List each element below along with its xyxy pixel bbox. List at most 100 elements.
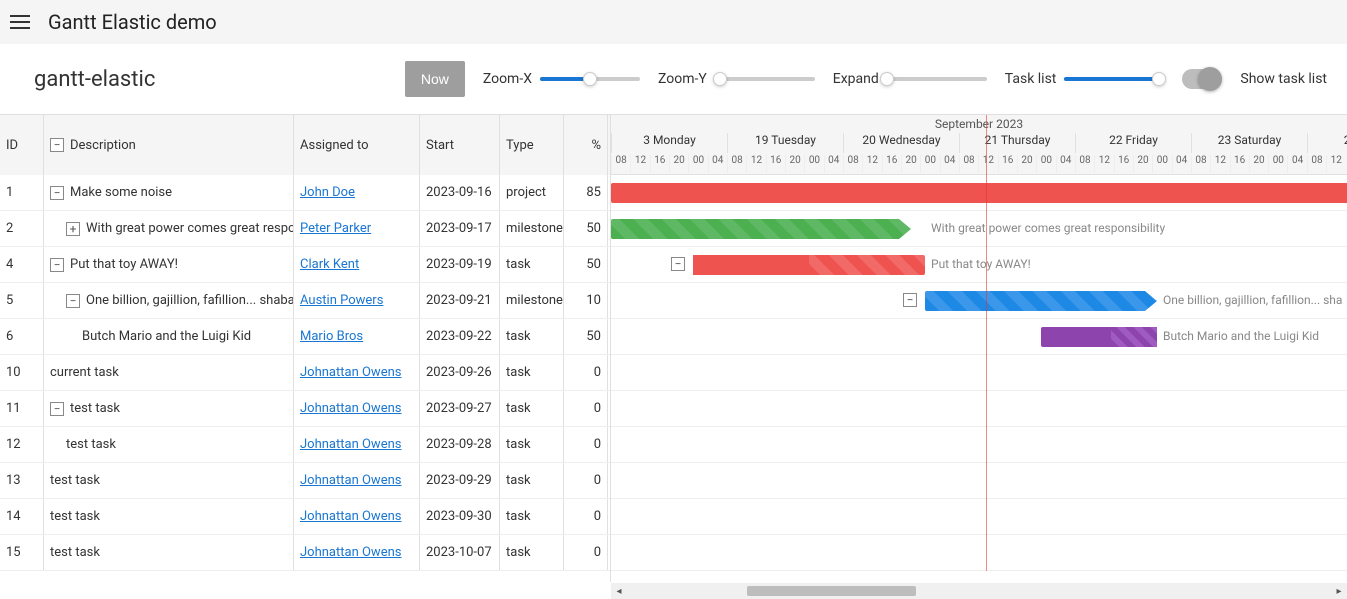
cell-pct: 50	[564, 319, 608, 354]
horizontal-scrollbar[interactable]: ◂ ▸	[611, 583, 1347, 599]
cell-start: 2023-09-30	[420, 499, 500, 534]
calendar-hour: 00	[920, 155, 939, 173]
calendar-hour: 00	[1152, 155, 1171, 173]
cell-id: 1	[0, 175, 44, 210]
app-bar: Gantt Elastic demo	[0, 0, 1347, 44]
scroll-left-icon[interactable]: ◂	[611, 583, 627, 599]
cell-pct: 0	[564, 391, 608, 426]
cell-pct: 10	[564, 283, 608, 318]
chart-row: With great power comes great responsibil…	[611, 211, 1347, 247]
expand-control: Expand	[833, 71, 987, 87]
cell-pct: 0	[564, 499, 608, 534]
cell-start: 2023-09-28	[420, 427, 500, 462]
task-description-text: Put that toy AWAY!	[70, 257, 178, 272]
cell-type: task	[500, 355, 564, 390]
cell-id: 14	[0, 499, 44, 534]
zoom-x-slider[interactable]	[540, 77, 640, 81]
assigned-link[interactable]: Johnattan Owens	[300, 365, 401, 380]
gantt-chart[interactable]: September 2023 3 Monday19 Tuesday20 Wedn…	[611, 115, 1347, 582]
cell-assigned: John Doe	[294, 175, 420, 210]
gantt-bar[interactable]	[925, 291, 1157, 311]
calendar-hour: 20	[1249, 155, 1268, 173]
cell-assigned: Johnattan Owens	[294, 535, 420, 570]
cell-id: 6	[0, 319, 44, 354]
cell-start: 2023-10-07	[420, 535, 500, 570]
cell-type: task	[500, 319, 564, 354]
collapse-icon[interactable]: −	[50, 258, 64, 272]
calendar-hour: 04	[708, 155, 727, 173]
now-line	[986, 115, 987, 571]
chart-header: September 2023 3 Monday19 Tuesday20 Wedn…	[611, 115, 1347, 175]
cell-assigned: Austin Powers	[294, 283, 420, 318]
col-header-assigned: Assigned to	[294, 115, 420, 175]
scrollbar-track[interactable]	[627, 585, 1331, 597]
table-row: 11−test taskJohnattan Owens2023-09-27tas…	[0, 391, 610, 427]
cell-type: task	[500, 427, 564, 462]
cell-assigned: Peter Parker	[294, 211, 420, 246]
assigned-link[interactable]: Johnattan Owens	[300, 437, 401, 452]
expand-icon[interactable]: +	[66, 222, 80, 236]
menu-icon[interactable]	[10, 10, 34, 34]
expand-slider[interactable]	[887, 77, 987, 81]
task-description-text: test task	[50, 473, 100, 488]
collapse-icon[interactable]: −	[50, 402, 64, 416]
assigned-link[interactable]: Peter Parker	[300, 221, 371, 236]
table-row: 4−Put that toy AWAY!Clark Kent2023-09-19…	[0, 247, 610, 283]
cell-description: test task	[44, 535, 294, 570]
calendar-hour: 16	[766, 155, 785, 173]
gantt-bar-label: With great power comes great responsibil…	[931, 221, 1165, 235]
cell-type: task	[500, 535, 564, 570]
show-task-list-label: Show task list	[1240, 71, 1327, 87]
collapse-icon[interactable]: −	[66, 294, 80, 308]
now-button[interactable]: Now	[405, 61, 465, 97]
task-description-text: One billion, gajillion, fafillion... sha…	[86, 293, 294, 308]
assigned-link[interactable]: Johnattan Owens	[300, 473, 401, 488]
collapse-icon[interactable]: −	[903, 293, 917, 307]
chart-row: −One billion, gajillion, fafillion... sh…	[611, 283, 1347, 319]
col-header-id: ID	[0, 115, 44, 175]
cell-description: −Make some noise	[44, 175, 294, 210]
cell-id: 10	[0, 355, 44, 390]
assigned-link[interactable]: Clark Kent	[300, 257, 359, 272]
cell-id: 5	[0, 283, 44, 318]
calendar-hours: 0812162000040812162000040812162000040812…	[611, 155, 1347, 173]
gantt-bar[interactable]	[1041, 327, 1157, 347]
gantt-bar[interactable]	[693, 255, 925, 275]
cell-type: milestone	[500, 211, 564, 246]
cell-start: 2023-09-29	[420, 463, 500, 498]
gantt-bar[interactable]	[611, 219, 911, 239]
collapse-icon[interactable]: −	[50, 186, 64, 200]
cell-start: 2023-09-17	[420, 211, 500, 246]
zoom-y-control: Zoom-Y	[658, 71, 815, 87]
expand-all-icon[interactable]: −	[50, 138, 64, 152]
task-description-text: test task	[50, 545, 100, 560]
task-description-text: test task	[70, 401, 120, 416]
task-description-text: current task	[50, 365, 119, 380]
assigned-link[interactable]: Johnattan Owens	[300, 509, 401, 524]
cell-id: 12	[0, 427, 44, 462]
scrollbar-thumb[interactable]	[747, 586, 916, 596]
task-list-body: 1−Make some noiseJohn Doe2023-09-16proje…	[0, 175, 610, 571]
cell-start: 2023-09-22	[420, 319, 500, 354]
assigned-link[interactable]: Austin Powers	[300, 293, 383, 308]
table-row: 13test taskJohnattan Owens2023-09-29task…	[0, 463, 610, 499]
cell-description: −test task	[44, 391, 294, 426]
cell-assigned: Johnattan Owens	[294, 427, 420, 462]
gantt-bar[interactable]	[611, 183, 1347, 203]
collapse-icon[interactable]: −	[671, 257, 685, 271]
show-task-list-toggle[interactable]	[1182, 69, 1222, 89]
task-list-slider[interactable]	[1064, 77, 1164, 81]
cell-start: 2023-09-21	[420, 283, 500, 318]
assigned-link[interactable]: John Doe	[300, 185, 355, 200]
cell-type: project	[500, 175, 564, 210]
scroll-right-icon[interactable]: ▸	[1331, 583, 1347, 599]
assigned-link[interactable]: Johnattan Owens	[300, 545, 401, 560]
cell-description: −One billion, gajillion, fafillion... sh…	[44, 283, 294, 318]
month-label: September 2023	[611, 117, 1347, 131]
assigned-link[interactable]: Mario Bros	[300, 329, 363, 344]
assigned-link[interactable]: Johnattan Owens	[300, 401, 401, 416]
cell-assigned: Johnattan Owens	[294, 355, 420, 390]
zoom-y-slider[interactable]	[715, 77, 815, 81]
col-header-description: − Description	[44, 115, 294, 175]
col-header-start: Start	[420, 115, 500, 175]
